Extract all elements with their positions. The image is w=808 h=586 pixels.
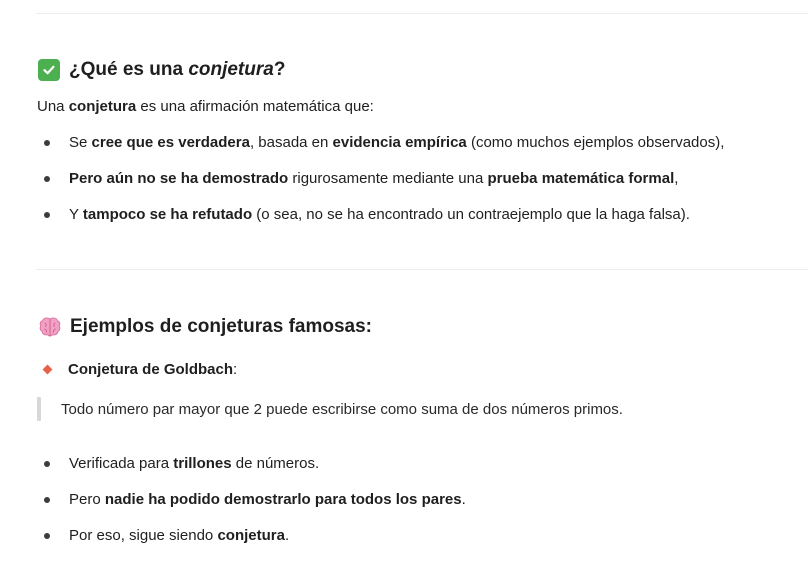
section-heading-ejemplos: Ejemplos de conjeturas famosas: [38, 316, 372, 338]
item-title: Conjetura de Goldbach [68, 361, 234, 378]
list-item: Pero nadie ha podido demostrarlo para to… [44, 491, 466, 508]
bullet-text: Y tampoco se ha refutado (o sea, no se h… [69, 206, 690, 223]
blockquote-text: Todo número par mayor que 2 puede escrib… [61, 401, 623, 418]
blockquote-bar [37, 397, 41, 421]
bullet-text: Pero aún no se ha demostrado rigurosamen… [69, 170, 679, 187]
intro-text-a: Una [37, 98, 69, 115]
bullet-text: Por eso, sigue siendo conjetura. [69, 527, 290, 544]
intro-bold: conjetura [68, 98, 137, 115]
heading-em: conjetura [188, 59, 274, 80]
orange-diamond-icon [42, 364, 53, 375]
intro-text-c: es una afirmación matemática que: [136, 98, 374, 115]
brain-icon [39, 317, 61, 337]
example-item-goldbach: Conjetura de Goldbach: [42, 361, 238, 378]
bullet-dot-icon [44, 460, 50, 467]
bullet-dot-icon [44, 139, 50, 146]
bullet-dot-icon [44, 496, 50, 503]
bullet-text: Pero nadie ha podido demostrarlo para to… [69, 491, 466, 508]
list-item: Pero aún no se ha demostrado rigurosamen… [44, 170, 678, 187]
bullet-text: Verificada para trillones de números. [69, 455, 320, 472]
heading-post: ? [273, 59, 286, 80]
item-colon: : [233, 361, 238, 378]
heading-text: Ejemplos de conjeturas famosas: [70, 316, 372, 337]
section-divider [36, 269, 808, 270]
list-item: Verificada para trillones de números. [44, 455, 319, 472]
section-heading-conjetura: ¿Qué es una conjetura? [38, 59, 285, 81]
list-item: Y tampoco se ha refutado (o sea, no se h… [44, 206, 690, 223]
bullet-text: Se cree que es verdadera, basada en evid… [69, 134, 725, 151]
bullet-dot-icon [44, 211, 50, 218]
intro-paragraph: Una conjetura es una afirmación matemáti… [37, 98, 374, 115]
list-item: Se cree que es verdadera, basada en evid… [44, 134, 724, 151]
list-item: Por eso, sigue siendo conjetura. [44, 527, 289, 544]
heading-pre: ¿Qué es una [69, 59, 189, 80]
bullet-dot-icon [44, 532, 50, 539]
top-divider [36, 13, 808, 14]
bullet-dot-icon [44, 175, 50, 182]
check-mark-button-icon [38, 59, 60, 81]
